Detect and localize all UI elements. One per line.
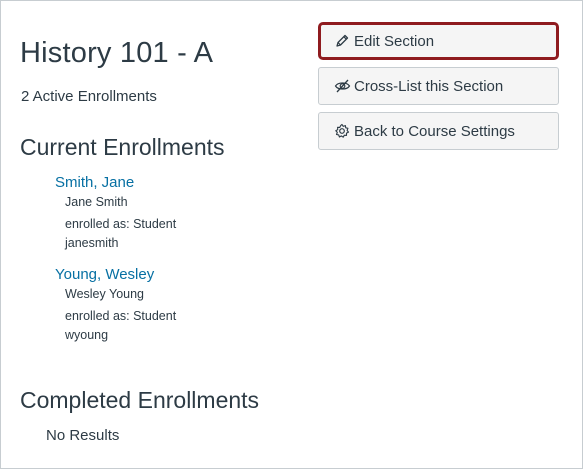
- cross-list-section-label: Cross-List this Section: [354, 77, 504, 95]
- student-login: wyoung: [65, 328, 109, 342]
- student-full-name: Wesley Young: [65, 287, 144, 301]
- back-to-course-settings-button[interactable]: Back to Course Settings: [318, 112, 559, 150]
- cross-list-section-button[interactable]: Cross-List this Section: [318, 67, 559, 105]
- completed-enrollments-heading: Completed Enrollments: [20, 387, 260, 413]
- gear-icon: [333, 122, 351, 140]
- student-full-name: Jane Smith: [65, 195, 128, 209]
- student-name-link[interactable]: Young, Wesley: [55, 265, 176, 285]
- student-role: enrolled as: Student: [65, 309, 177, 323]
- page-title: History 101 - A: [20, 37, 214, 69]
- back-to-course-settings-label: Back to Course Settings: [354, 122, 515, 140]
- eye-slash-icon: [333, 77, 351, 95]
- list-item: Young, Wesley Wesley Young enrolled as: …: [55, 265, 176, 345]
- no-results-text: No Results: [46, 427, 120, 444]
- student-role: enrolled as: Student: [65, 217, 177, 231]
- list-item: Smith, Jane Jane Smith enrolled as: Stud…: [55, 173, 176, 253]
- student-login: janesmith: [65, 236, 119, 250]
- edit-section-button[interactable]: Edit Section: [318, 22, 559, 60]
- current-enrollments-heading: Current Enrollments: [20, 134, 225, 160]
- edit-section-label: Edit Section: [354, 32, 435, 50]
- active-enrollments-count: 2 Active Enrollments: [21, 88, 157, 105]
- page-frame: History 101 - A 2 Active Enrollments Cur…: [0, 0, 583, 469]
- student-name-link[interactable]: Smith, Jane: [55, 173, 176, 193]
- pencil-icon: [333, 32, 351, 50]
